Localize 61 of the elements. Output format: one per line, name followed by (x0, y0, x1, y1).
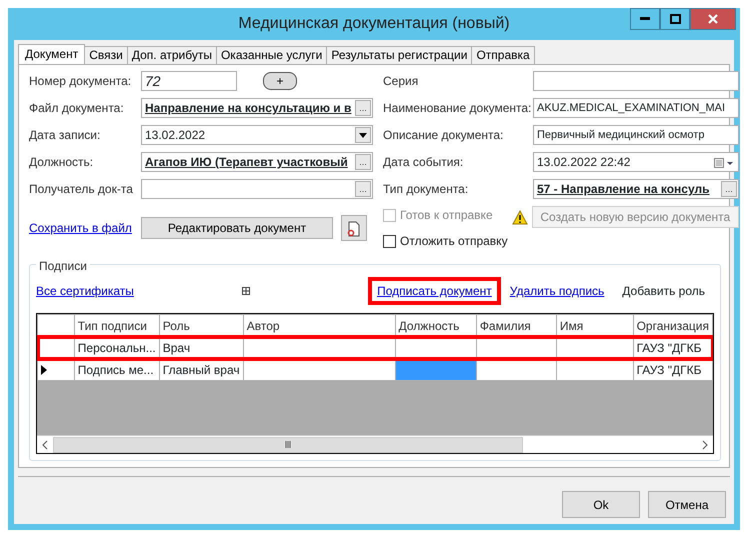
field-label: Должность: (29, 154, 94, 171)
column-header[interactable]: Автор (243, 314, 396, 336)
browse-button[interactable]: ... (721, 181, 737, 197)
field-label: Дата записи: (29, 127, 102, 144)
tab[interactable]: Оказанные услуги (216, 46, 328, 64)
browse-button[interactable]: ... (355, 154, 371, 170)
tab[interactable]: Доп. атрибуты (126, 46, 217, 64)
horizontal-scrollbar[interactable] (37, 435, 713, 453)
maximize-button[interactable] (660, 8, 690, 30)
tab[interactable]: Результаты регистрации (326, 46, 472, 64)
picker-field[interactable]: 57 - Направление на консуль ... (533, 179, 739, 199)
column-header[interactable]: Организация (633, 314, 712, 336)
column-header[interactable]: Должность (395, 314, 476, 336)
text-field[interactable]: AKUZ.MEDICAL_EXAMINATION_MAI (533, 98, 739, 118)
field-label: Тип документа: (383, 181, 470, 198)
column-header[interactable]: Фамилия (476, 314, 556, 336)
action-link[interactable]: Удалить подпись (500, 277, 614, 305)
edit-document-button[interactable]: Редактировать документ (141, 217, 333, 239)
minimize-icon (640, 17, 650, 21)
document-icon[interactable] (341, 215, 367, 241)
browse-button[interactable]: ... (355, 100, 371, 116)
field-label: Дата события: (383, 154, 464, 171)
field-label: Файл документа: (29, 100, 125, 117)
dialog-button[interactable]: Отмена (648, 491, 726, 518)
table-cell: ГАУЗ "ДГКБ (633, 358, 712, 380)
picker-field[interactable]: Агапов ИЮ (Терапевт участковый ... (141, 152, 373, 172)
date-dropdown[interactable]: 13.02.2022 (141, 125, 373, 145)
document-number-field[interactable]: 72 (141, 71, 237, 91)
add-role-label[interactable]: Добавить роль (613, 277, 714, 305)
minimize-button[interactable] (630, 8, 660, 30)
picker-field[interactable]: ... (141, 179, 373, 199)
field-label: Описание документа: (383, 127, 504, 144)
browse-button[interactable]: ... (355, 181, 371, 197)
field-label: Серия (383, 73, 420, 90)
datetime-field[interactable]: 13.02.2022 22:42 (533, 152, 739, 172)
window-title: Медицинская документация (новый) (238, 14, 510, 34)
column-header[interactable]: Роль (159, 314, 244, 336)
text-field[interactable] (533, 71, 739, 91)
add-button[interactable]: + (263, 72, 297, 90)
dialog-button[interactable]: Ok (562, 491, 640, 518)
column-header[interactable]: Тип подписи (74, 314, 160, 336)
scrollbar-thumb[interactable] (53, 436, 523, 452)
tab[interactable]: Документ (18, 44, 86, 64)
field-label: Номер документа: (29, 73, 132, 90)
tab[interactable]: Отправка (471, 46, 535, 64)
table-cell: Подпись ме... (74, 358, 160, 380)
checkbox[interactable]: Отложить отправку (383, 232, 508, 250)
table-cell: Главный врач (159, 358, 244, 380)
field-label: Наименование документа: (383, 100, 532, 117)
action-link[interactable]: Подписать документ (368, 277, 501, 305)
maximize-icon (670, 14, 680, 24)
picker-field[interactable]: Направление на консультацию и в ... (141, 98, 373, 118)
all-certificates-link[interactable]: Все сертификаты (36, 282, 134, 300)
warning-icon (512, 208, 528, 223)
field-label: Получатель док-та (29, 181, 134, 198)
save-to-file-link[interactable]: Сохранить в файл (29, 219, 141, 237)
column-header[interactable]: Имя (556, 314, 634, 336)
text-field[interactable]: Первичный медицинский осмотр (533, 125, 739, 145)
small-grid-icon (242, 287, 250, 295)
close-button[interactable] (690, 8, 736, 30)
close-icon (708, 14, 718, 24)
